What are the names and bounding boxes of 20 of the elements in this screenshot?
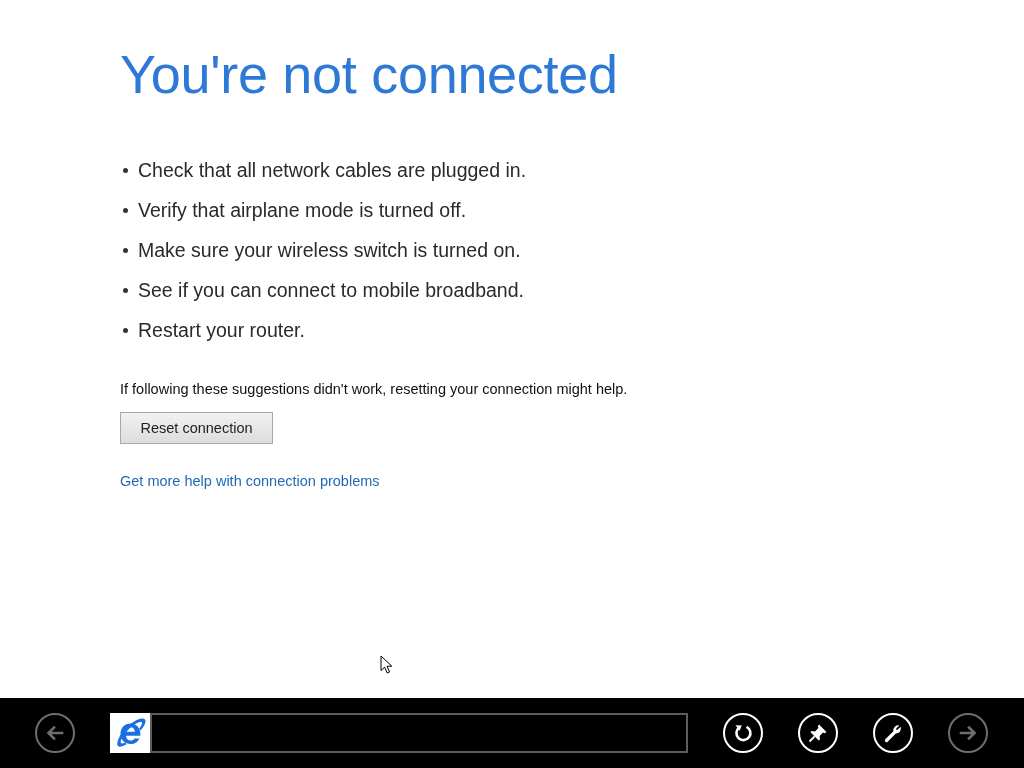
help-note: If following these suggestions didn't work, resetting your connection might help.: [120, 380, 628, 398]
bullet-icon: [123, 247, 128, 253]
suggestion-text: Check that all network cables are plugged in.: [138, 158, 527, 182]
tools-button[interactable]: [873, 713, 913, 753]
suggestion-text: Verify that airplane mode is turned off.: [138, 198, 467, 222]
e-logo-icon: [110, 713, 150, 753]
suggestion-text: See if you can connect to mobile broadband.: [138, 278, 524, 302]
address-field[interactable]: [150, 713, 688, 753]
bullet-icon: [123, 287, 128, 293]
pin-button[interactable]: [798, 713, 838, 753]
bullet-icon: [123, 327, 128, 333]
suggestion-text: Make sure your wireless switch is turned on.: [138, 238, 521, 262]
bullet-icon: [123, 167, 128, 173]
bullet-icon: [123, 207, 128, 213]
suggestion-text: Restart your router.: [138, 318, 305, 342]
help-link[interactable]: Get more help with connection problems: [120, 472, 380, 490]
refresh-button[interactable]: [723, 713, 763, 753]
page-title: You're not connected: [120, 43, 618, 106]
mouse-pointer-icon: [380, 655, 393, 674]
reset-connection-button[interactable]: Reset connection: [120, 412, 273, 444]
